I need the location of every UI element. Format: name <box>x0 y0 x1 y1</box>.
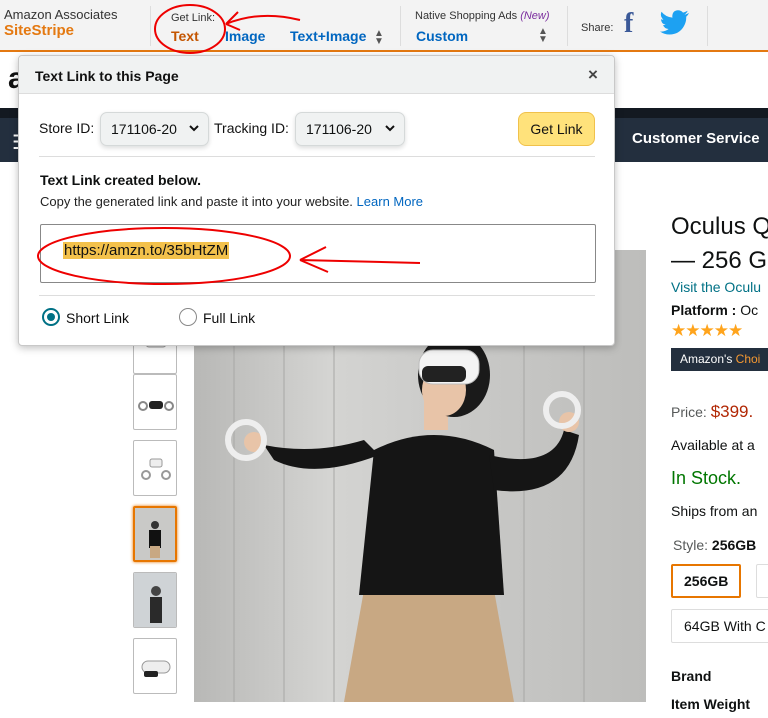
style-option-64gb[interactable]: 64GB With C <box>671 609 768 643</box>
amazons-choice-badge: Amazon's Choi <box>671 348 768 371</box>
tracking-id-label: Tracking ID: <box>214 120 289 136</box>
tracking-id-select[interactable]: 171106-20 <box>295 112 405 146</box>
tracking-id-value: 171106-20 <box>306 121 372 137</box>
custom-chevrons-icon[interactable]: ▲ ▼ <box>538 27 548 45</box>
page-root: a ☰ Customer Service <box>0 0 768 718</box>
style-option-256gb[interactable]: 256GB <box>671 564 742 598</box>
spec-brand-label: Brand <box>671 668 712 684</box>
store-id-select[interactable]: 171106-20 <box>100 112 209 146</box>
sitestripe-brand: Amazon Associates SiteStripe <box>4 8 117 40</box>
in-stock-text: In Stock. <box>671 468 742 488</box>
visit-store-link[interactable]: Visit the Oculu <box>671 279 761 295</box>
copy-instructions: Copy the generated link and paste it int… <box>40 194 423 209</box>
nav-customer-service[interactable]: Customer Service <box>632 130 760 147</box>
platform-row: Platform : Oc <box>671 302 758 318</box>
facebook-icon[interactable]: f <box>624 10 642 38</box>
store-id-label: Store ID: <box>39 120 95 136</box>
popup-divider <box>39 295 595 296</box>
platform-value: Oc <box>740 302 759 318</box>
availability-text: Available at a <box>671 437 755 453</box>
text-link-popup: Text Link to this Page × Store ID: 17110… <box>18 55 615 346</box>
divider <box>567 6 568 46</box>
native-label-text: Native Shopping Ads <box>415 10 518 22</box>
brand-line2: SiteStripe <box>4 22 75 39</box>
ships-from-text: Ships from an <box>671 503 758 519</box>
twitter-icon[interactable] <box>660 10 690 36</box>
thumbnail-3[interactable] <box>133 440 177 496</box>
price-row: Price: $399. <box>671 402 753 422</box>
thumbnail-image <box>138 401 174 411</box>
native-new-badge: (New) <box>520 10 550 22</box>
thumbnail-image <box>134 573 176 627</box>
copy-text: Copy the generated link and paste it int… <box>40 194 353 209</box>
link-created-heading: Text Link created below. <box>40 172 202 188</box>
short-link-label[interactable]: Short Link <box>66 310 129 326</box>
get-link-text-tab[interactable]: Text <box>171 28 199 44</box>
popup-title: Text Link to this Page <box>35 68 179 84</box>
product-title-line1: Oculus Q <box>671 213 768 240</box>
price-label: Price: <box>671 404 707 420</box>
style-row: Style: 256GB <box>673 537 756 553</box>
short-link-radio[interactable] <box>42 308 60 326</box>
thumbnail-image <box>141 458 171 480</box>
share-label: Share: <box>581 22 614 34</box>
spec-item-weight-label: Item Weight <box>671 696 751 712</box>
platform-label: Platform : <box>671 302 737 318</box>
product-title: Oculus Q — 256 G <box>671 210 768 278</box>
style-label: Style: <box>673 537 709 553</box>
thumbnail-2[interactable] <box>133 374 177 430</box>
thumbnail-5[interactable] <box>133 572 177 628</box>
thumbnail-6[interactable] <box>133 638 177 694</box>
sitestripe-bar: Amazon Associates SiteStripe Get Link: T… <box>0 0 768 52</box>
price-value: $399. <box>710 402 754 421</box>
choice-suffix: Choi <box>735 352 761 366</box>
get-link-text-image-tab[interactable]: Text+Image <box>290 28 366 44</box>
style-value: 256GB <box>711 537 757 553</box>
product-title-line2: — 256 G <box>671 247 768 274</box>
get-link-label: Get Link: <box>171 12 216 24</box>
generated-link-textarea[interactable]: https://amzn.to/35bHtZM <box>40 224 596 283</box>
brand-line1: Amazon Associates <box>4 7 118 22</box>
native-shopping-ads-label: Native Shopping Ads (New) <box>415 10 550 22</box>
divider <box>400 6 401 46</box>
thumbnail-4-selected[interactable] <box>133 506 177 562</box>
learn-more-link[interactable]: Learn More <box>357 194 423 209</box>
get-link-button[interactable]: Get Link <box>518 112 595 146</box>
store-id-value: 171106-20 <box>111 121 177 137</box>
thumbnail-image <box>135 508 175 560</box>
choice-prefix: Amazon's <box>680 352 733 366</box>
popup-divider <box>39 156 595 157</box>
full-link-radio[interactable] <box>179 308 197 326</box>
divider <box>707 6 708 46</box>
thumbnail-image <box>141 660 171 677</box>
full-link-label[interactable]: Full Link <box>203 310 255 326</box>
divider <box>150 6 151 46</box>
style-option-next[interactable] <box>756 564 768 598</box>
generated-link-text: https://amzn.to/35bHtZM <box>63 242 230 259</box>
popup-header: Text Link to this Page × <box>19 56 614 94</box>
chevron-down-icon <box>385 125 395 132</box>
close-icon[interactable]: × <box>588 65 598 85</box>
chevron-down-icon <box>189 125 199 132</box>
rating-stars[interactable]: ★★★★★ <box>671 321 743 341</box>
get-link-image-tab[interactable]: Image <box>225 28 265 44</box>
text-image-chevrons-icon[interactable]: ▲ ▼ <box>374 29 384 47</box>
native-custom-select[interactable]: Custom <box>416 28 468 44</box>
